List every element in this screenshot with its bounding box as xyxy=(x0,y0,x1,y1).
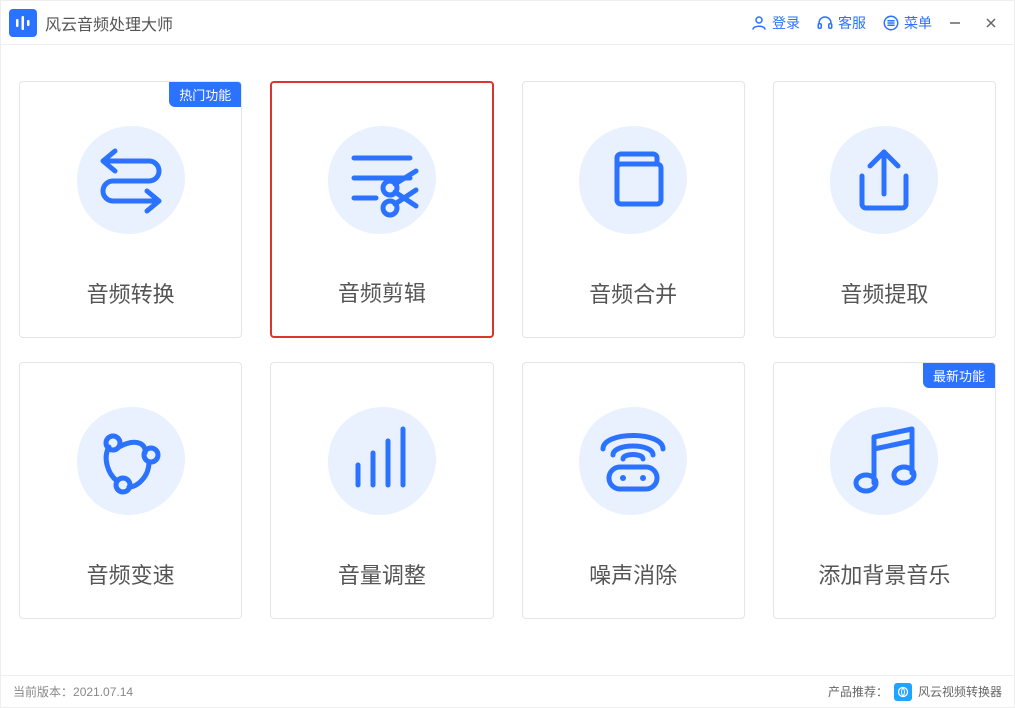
feature-card-volume[interactable]: 音量调整 xyxy=(270,362,493,619)
extract-icon xyxy=(774,82,995,277)
recommend-icon xyxy=(894,683,912,701)
menu-label: 菜单 xyxy=(904,13,932,33)
user-icon xyxy=(750,14,768,32)
titlebar: 风云音频处理大师 登录 客服 菜单 xyxy=(1,1,1014,45)
menu-button[interactable]: 菜单 xyxy=(882,13,932,33)
recommend-name: 风云视频转换器 xyxy=(918,683,1002,700)
denoise-icon xyxy=(523,363,744,558)
feature-label: 音量调整 xyxy=(338,558,426,590)
app-title: 风云音频处理大师 xyxy=(45,11,173,35)
feature-label: 添加背景音乐 xyxy=(818,558,950,590)
feature-card-bgm[interactable]: 最新功能添加背景音乐 xyxy=(773,362,996,619)
feature-label: 音频提取 xyxy=(840,277,928,309)
feature-label: 噪声消除 xyxy=(589,558,677,590)
feature-card-denoise[interactable]: 噪声消除 xyxy=(522,362,745,619)
menu-icon xyxy=(882,14,900,32)
content-area: 热门功能音频转换音频剪辑音频合并音频提取音频变速音量调整噪声消除最新功能添加背景… xyxy=(1,45,1014,675)
cut-icon xyxy=(272,83,491,276)
support-label: 客服 xyxy=(838,13,866,33)
app-logo-icon xyxy=(9,9,37,37)
feature-badge: 热门功能 xyxy=(169,82,241,107)
close-button[interactable] xyxy=(978,10,1004,36)
headset-icon xyxy=(816,14,834,32)
bgm-icon xyxy=(774,363,995,558)
volume-icon xyxy=(271,363,492,558)
minimize-button[interactable] xyxy=(942,10,968,36)
merge-icon xyxy=(523,82,744,277)
recommend-link[interactable]: 产品推荐： 风云视频转换器 xyxy=(828,683,1002,701)
feature-card-cut[interactable]: 音频剪辑 xyxy=(270,81,493,338)
feature-card-speed[interactable]: 音频变速 xyxy=(19,362,242,619)
feature-badge: 最新功能 xyxy=(923,363,995,388)
speed-icon xyxy=(20,363,241,558)
feature-card-convert[interactable]: 热门功能音频转换 xyxy=(19,81,242,338)
support-button[interactable]: 客服 xyxy=(816,13,866,33)
feature-card-extract[interactable]: 音频提取 xyxy=(773,81,996,338)
version-value: 2021.07.14 xyxy=(73,685,133,699)
convert-icon xyxy=(20,82,241,277)
feature-card-merge[interactable]: 音频合并 xyxy=(522,81,745,338)
recommend-prefix: 产品推荐： xyxy=(828,683,888,700)
footer: 当前版本： 2021.07.14 产品推荐： 风云视频转换器 xyxy=(1,675,1014,707)
feature-label: 音频合并 xyxy=(589,277,677,309)
feature-label: 音频变速 xyxy=(87,558,175,590)
version-prefix: 当前版本： xyxy=(13,683,73,700)
feature-label: 音频转换 xyxy=(87,277,175,309)
login-button[interactable]: 登录 xyxy=(750,13,800,33)
login-label: 登录 xyxy=(772,13,800,33)
feature-label: 音频剪辑 xyxy=(338,276,426,308)
